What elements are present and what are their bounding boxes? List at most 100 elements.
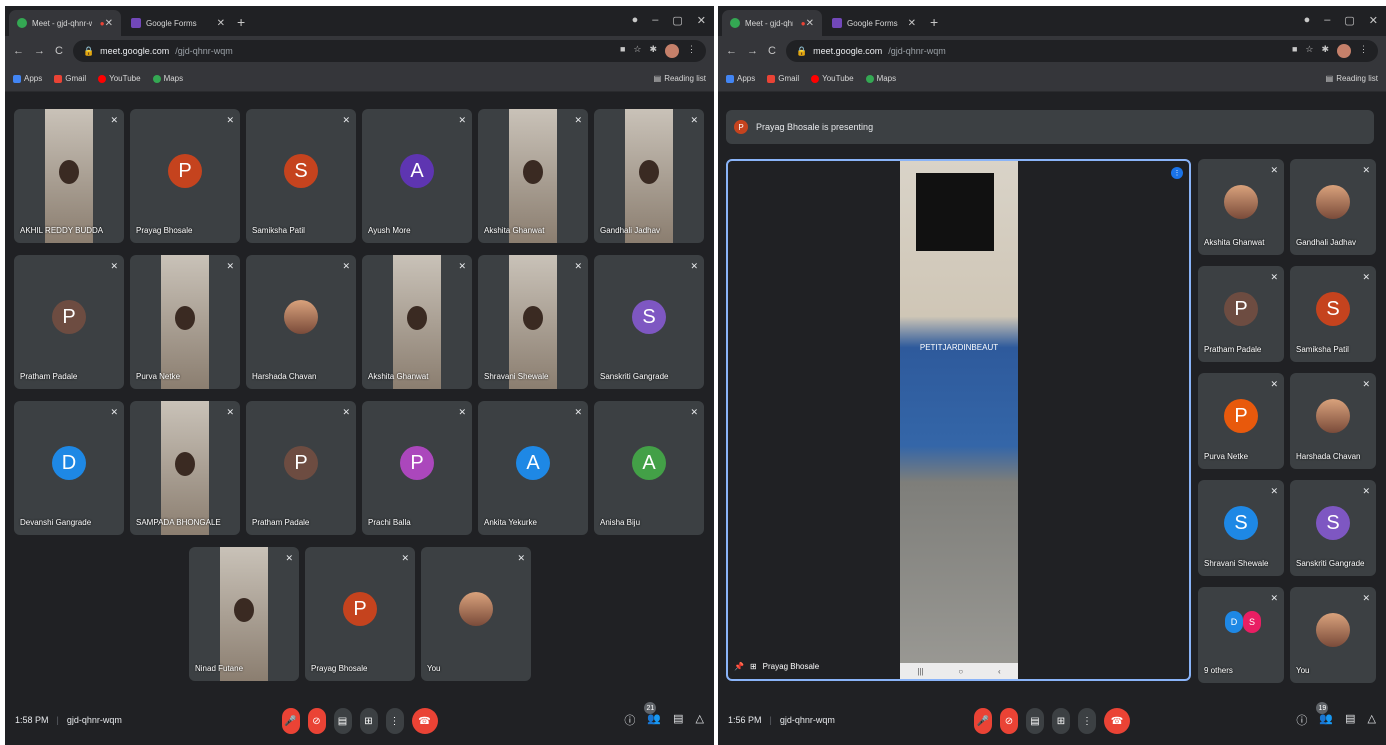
participant-tile[interactable]: P ✕ Prayag Bhosale <box>305 547 415 681</box>
reading-list[interactable]: ▤ Reading list <box>1326 74 1378 83</box>
participant-tile[interactable]: ✕ Ninad Futane <box>189 547 299 681</box>
participant-tile[interactable]: P ✕ Prachi Balla <box>362 401 472 535</box>
bookmark-apps[interactable]: Apps <box>726 74 755 83</box>
pin-icon[interactable]: 📌 <box>734 662 744 671</box>
bookmark-maps[interactable]: Maps <box>152 74 183 83</box>
minimize-icon[interactable]: – <box>652 14 658 27</box>
end-call-button[interactable]: ☎ <box>1104 708 1130 734</box>
camera-icon[interactable]: ■ <box>1292 44 1297 58</box>
participant-tile[interactable]: S ✕ Samiksha Patil <box>246 109 356 243</box>
tab-meet[interactable]: Meet - gjd-qhnr-wqm ● ✕ <box>9 10 121 36</box>
close-tab-icon[interactable]: ✕ <box>105 18 113 29</box>
participant-tile[interactable]: ✕ Harshada Chavan <box>246 255 356 389</box>
reload-icon[interactable]: C <box>768 45 776 57</box>
address-bar[interactable]: 🔒 meet.google.com/gjd-qhnr-wqm ■ ☆ ✱ ⋮ <box>785 40 1378 62</box>
mic-off-button[interactable]: 🎤 <box>974 708 992 734</box>
reading-list[interactable]: ▤ Reading list <box>654 74 706 83</box>
close-tab-icon[interactable]: ✕ <box>217 18 225 29</box>
participant-tile[interactable]: A ✕ Ankita Yekurke <box>478 401 588 535</box>
close-tab-icon[interactable]: ✕ <box>806 18 814 29</box>
end-call-button[interactable]: ☎ <box>411 708 438 734</box>
new-tab-icon[interactable]: + <box>930 14 938 30</box>
activities-icon[interactable]: △ <box>696 712 704 728</box>
reload-icon[interactable]: C <box>55 45 63 57</box>
close-window-icon[interactable]: ✕ <box>1369 14 1378 27</box>
profile-icon[interactable]: ● <box>632 14 639 27</box>
bookmark-gmail[interactable]: Gmail <box>54 74 86 83</box>
star-icon[interactable]: ☆ <box>633 44 641 58</box>
people-icon[interactable]: 👥 <box>647 712 661 728</box>
extension-icon[interactable]: ✱ <box>649 44 657 58</box>
profile-icon[interactable]: ● <box>1304 14 1311 27</box>
camera-off-button[interactable]: ⊘ <box>1000 708 1018 734</box>
tab-google-forms[interactable]: Google Forms ✕ <box>123 10 233 36</box>
minimize-icon[interactable]: – <box>1324 14 1330 27</box>
maximize-icon[interactable]: ▢ <box>1344 14 1354 27</box>
participant-tile[interactable]: A ✕ Ayush More <box>362 109 472 243</box>
info-icon[interactable]: ⓘ <box>1296 712 1307 728</box>
address-bar[interactable]: 🔒 meet.google.com/gjd-qhnr-wqm ■ ☆ ✱ ⋮ <box>72 40 706 62</box>
star-icon[interactable]: ☆ <box>1305 44 1313 58</box>
chat-icon[interactable]: ▤ <box>1345 712 1355 728</box>
participant-tile[interactable]: ✕ Akshita Ghanwat <box>1198 159 1284 255</box>
participant-tile[interactable]: S ✕ Sanskriti Gangrade <box>594 255 704 389</box>
participant-tile[interactable]: D S ✕ 9 others <box>1198 587 1284 683</box>
activities-icon[interactable]: △ <box>1368 712 1376 728</box>
participant-tile[interactable]: ✕ SAMPADA BHONGALE <box>130 401 240 535</box>
chat-icon[interactable]: ▤ <box>673 712 683 728</box>
participant-tile[interactable]: S ✕ Sanskriti Gangrade <box>1290 480 1376 576</box>
forward-icon[interactable]: → <box>34 45 45 57</box>
maximize-icon[interactable]: ▢ <box>672 14 682 27</box>
camera-icon[interactable]: ■ <box>620 44 625 58</box>
participant-tile[interactable]: ✕ Akshita Ghanwat <box>362 255 472 389</box>
close-window-icon[interactable]: ✕ <box>697 14 706 27</box>
present-button[interactable]: ⊞ <box>359 708 378 734</box>
mic-off-button[interactable]: 🎤 <box>281 708 300 734</box>
captions-button[interactable]: ▤ <box>1026 708 1044 734</box>
menu-dots-icon[interactable]: ⋮ <box>1359 44 1368 58</box>
participant-tile[interactable]: P ✕ Pratham Padale <box>14 255 124 389</box>
more-options-button[interactable]: ⋮ <box>1078 708 1096 734</box>
participant-tile[interactable]: P ✕ Pratham Padale <box>246 401 356 535</box>
participant-tile[interactable]: ✕ Harshada Chavan <box>1290 373 1376 469</box>
back-icon[interactable]: ← <box>13 45 24 57</box>
present-button[interactable]: ⊞ <box>1052 708 1070 734</box>
bookmark-maps[interactable]: Maps <box>865 74 896 83</box>
participant-tile[interactable]: S ✕ Samiksha Patil <box>1290 266 1376 362</box>
participant-tile[interactable]: S ✕ Shravani Shewale <box>1198 480 1284 576</box>
captions-button[interactable]: ▤ <box>333 708 352 734</box>
tab-meet[interactable]: Meet - gjd-qhnr-wqm ● ✕ <box>722 10 822 36</box>
menu-dots-icon[interactable]: ⋮ <box>687 44 696 58</box>
participant-tile[interactable]: ✕ Shravani Shewale <box>478 255 588 389</box>
info-icon[interactable]: ⓘ <box>624 712 635 728</box>
back-icon[interactable]: ← <box>726 45 737 57</box>
participant-tile[interactable]: A ✕ Anisha Biju <box>594 401 704 535</box>
chrome-avatar[interactable] <box>1337 44 1351 58</box>
phone-nav-bar: ||| ○ ‹ <box>900 663 1018 679</box>
participant-tile[interactable]: P ✕ Purva Netke <box>1198 373 1284 469</box>
participant-tile[interactable]: ✕ You <box>421 547 531 681</box>
bookmark-apps[interactable]: Apps <box>13 74 42 83</box>
participant-tile[interactable]: ✕ Akshita Ghanwat <box>478 109 588 243</box>
participant-tile[interactable]: ✕ You <box>1290 587 1376 683</box>
forward-icon[interactable]: → <box>747 45 758 57</box>
bookmark-gmail[interactable]: Gmail <box>767 74 799 83</box>
participant-tile[interactable]: D ✕ Devanshi Gangrade <box>14 401 124 535</box>
participant-tile[interactable]: ✕ Gandhali Jadhav <box>594 109 704 243</box>
extension-icon[interactable]: ✱ <box>1321 44 1329 58</box>
bookmark-youtube[interactable]: YouTube <box>98 74 141 83</box>
presentation-stage[interactable]: PETITJARDINBEAUT ||| ○ ‹ ⋮ 📌 ⊞ Prayag Bh… <box>726 159 1191 681</box>
participant-tile[interactable]: P ✕ Prayag Bhosale <box>130 109 240 243</box>
participant-tile[interactable]: ✕ Purva Netke <box>130 255 240 389</box>
more-options-button[interactable]: ⋮ <box>385 708 404 734</box>
bookmark-youtube[interactable]: YouTube <box>811 74 854 83</box>
tab-google-forms[interactable]: Google Forms ✕ <box>824 10 924 36</box>
new-tab-icon[interactable]: + <box>237 14 245 30</box>
close-tab-icon[interactable]: ✕ <box>908 18 916 29</box>
participant-tile[interactable]: ✕ Gandhali Jadhav <box>1290 159 1376 255</box>
participant-tile[interactable]: ✕ AKHIL REDDY BUDDA <box>14 109 124 243</box>
participant-tile[interactable]: P ✕ Pratham Padale <box>1198 266 1284 362</box>
camera-off-button[interactable]: ⊘ <box>307 708 326 734</box>
people-icon[interactable]: 👥 <box>1319 712 1333 728</box>
chrome-avatar[interactable] <box>665 44 679 58</box>
